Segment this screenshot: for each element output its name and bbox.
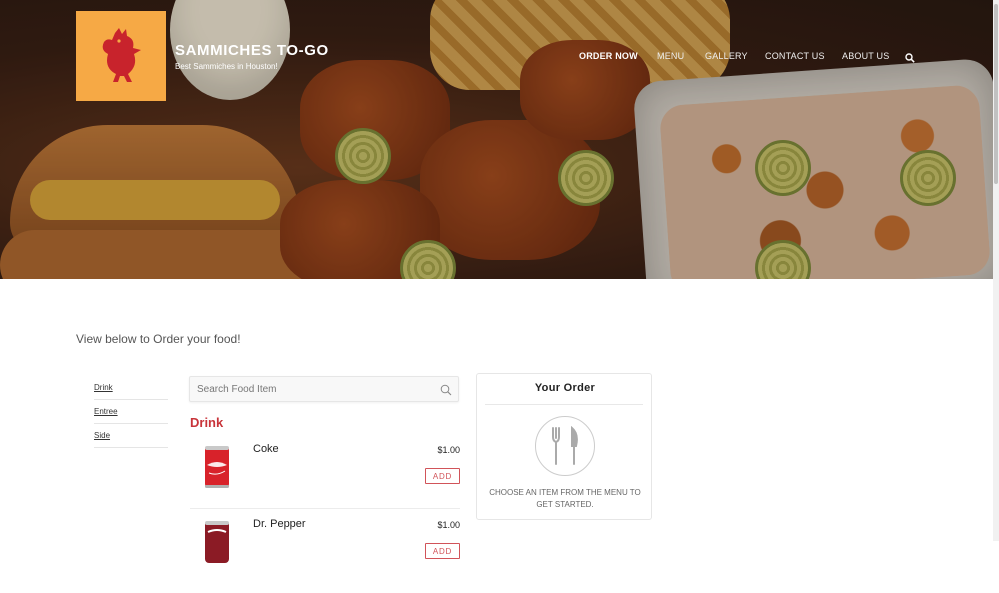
food-search: [189, 376, 459, 402]
category-drink[interactable]: Drink: [94, 376, 168, 400]
category-side[interactable]: Side: [94, 424, 168, 448]
order-empty-message: CHOOSE AN ITEM FROM THE MENU TO GET STAR…: [489, 488, 641, 509]
menu-item: Coke $1.00 ADD: [190, 443, 460, 518]
search-icon[interactable]: [905, 50, 915, 68]
nav-about-us[interactable]: ABOUT US: [842, 51, 889, 61]
nav-order-now[interactable]: ORDER NOW: [579, 51, 638, 61]
food-search-input[interactable]: [190, 377, 430, 401]
dr-pepper-can-icon: [205, 521, 229, 563]
main-nav: ORDER NOW MENU GALLERY CONTACT US ABOUT …: [0, 51, 999, 63]
nav-contact-us[interactable]: CONTACT US: [765, 51, 825, 61]
nav-gallery[interactable]: GALLERY: [705, 51, 748, 61]
menu-section-title: Drink: [190, 415, 224, 430]
magnifier-icon[interactable]: [440, 383, 452, 401]
nav-menu[interactable]: MENU: [657, 51, 684, 61]
item-price: $1.00: [437, 520, 460, 530]
item-price: $1.00: [437, 445, 460, 455]
order-summary: Your Order CHOOSE AN ITEM FROM THE MENU …: [476, 373, 652, 520]
item-divider: [190, 508, 460, 509]
fork-knife-icon: [535, 416, 595, 476]
site-tagline: Best Sammiches in Houston!: [175, 62, 278, 71]
menu-item: Dr. Pepper $1.00 ADD: [190, 518, 460, 593]
page-scrollbar[interactable]: [993, 0, 999, 541]
order-divider: [485, 404, 643, 405]
category-list: Drink Entree Side: [94, 376, 168, 448]
add-item-button[interactable]: ADD: [425, 543, 460, 559]
coke-can-icon: [205, 446, 229, 488]
scrollbar-thumb[interactable]: [994, 4, 998, 184]
add-item-button[interactable]: ADD: [425, 468, 460, 484]
category-entree[interactable]: Entree: [94, 400, 168, 424]
item-name: Coke: [253, 443, 279, 455]
intro-text: View below to Order your food!: [76, 332, 241, 346]
order-title: Your Order: [534, 382, 596, 394]
item-name: Dr. Pepper: [253, 518, 306, 530]
